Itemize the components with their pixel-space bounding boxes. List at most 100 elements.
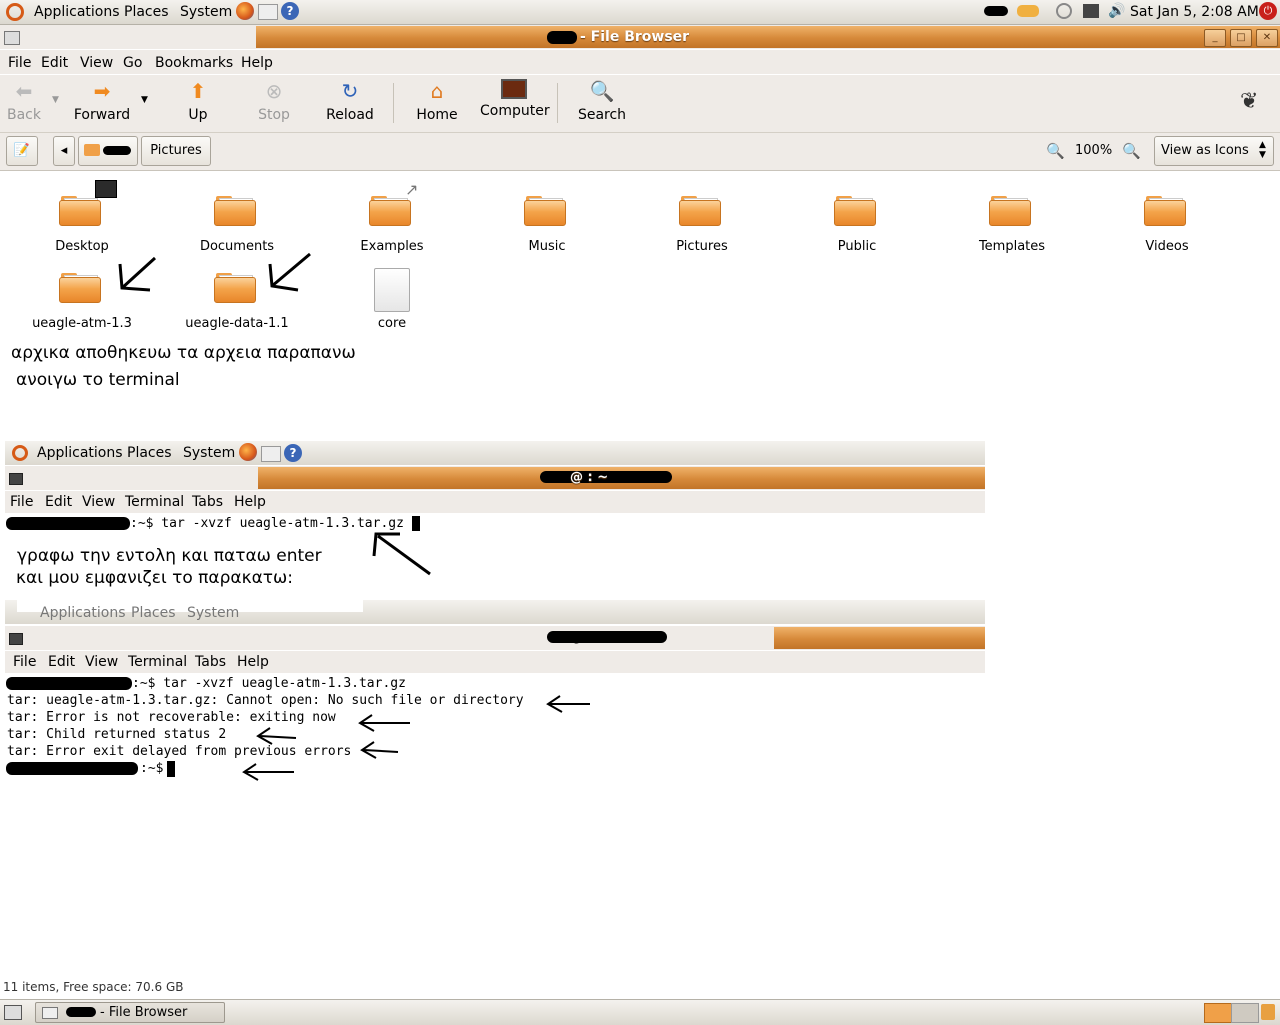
toggle-location-entry-button[interactable]: 📝 [6,136,38,166]
symlink-emblem-icon: ↗ [405,180,419,199]
icon-label-pictures[interactable]: Pictures [627,239,777,254]
t1-menu-terminal: Terminal [125,494,185,510]
zoom-level[interactable]: 100% [1075,143,1112,158]
path-pictures-label: Pictures [150,143,202,158]
close-button[interactable]: ✕ [1256,29,1278,47]
view-mode-select[interactable]: View as Icons ▲ ▼ [1154,136,1274,166]
forward-button[interactable]: ➡ Forward [72,79,132,123]
bottom-panel: - File Browser [0,999,1280,1025]
redacted-home-name [103,146,131,155]
menu-file[interactable]: File [8,55,31,71]
back-history-dropdown[interactable]: ▼ [52,95,59,105]
volume-icon[interactable]: 🔊 [1108,3,1125,19]
terminal2-menubar: File Edit View Terminal Tabs Help [5,651,985,673]
trash-icon[interactable] [1261,1004,1275,1020]
shutdown-icon[interactable]: ⏻ [1259,2,1277,20]
taskbar-file-browser-button[interactable]: - File Browser [35,1002,225,1023]
taskbar-item-label: - File Browser [100,1005,188,1020]
t1-menu-help: Help [234,494,266,510]
templates-folder-icon[interactable] [989,196,1031,226]
terminal2-line-1: :~$ tar -xvzf ueagle-atm-1.3.tar.gz [132,676,406,691]
t1-menu-view: View [82,494,116,510]
file-browser-icon [42,1007,58,1019]
icon-label-public[interactable]: Public [782,239,932,254]
icon-label-templates[interactable]: Templates [937,239,1087,254]
back-arrow-icon: ⬅ [15,79,33,103]
videos-folder-icon[interactable] [1144,196,1186,226]
icon-label-examples[interactable]: Examples [317,239,467,254]
stop-button[interactable]: ⊗ Stop [250,79,298,123]
menu-edit[interactable]: Edit [41,55,68,71]
up-label: Up [188,107,208,123]
zoom-in-icon[interactable]: 🔍 [1122,142,1141,160]
desktop-folder-icon[interactable] [59,196,101,226]
terminal2-titlebar [774,627,985,649]
pictures-folder-icon[interactable] [679,196,721,226]
ubuntu-logo-icon [12,445,28,461]
redacted-prompt [6,517,130,530]
workspace-2[interactable] [1231,1003,1259,1023]
path-home-button[interactable] [78,136,138,166]
icon-label-music[interactable]: Music [472,239,622,254]
clock[interactable]: Sat Jan 5, 2:08 AM [1130,4,1259,20]
annotation-note1-line1: αρχικα αποθηκευω τα αρχεια παραπανω [11,343,356,363]
forward-history-dropdown[interactable]: ▼ [141,95,148,105]
back-button[interactable]: ⬅ Back [2,79,46,123]
menu-go[interactable]: Go [123,55,142,71]
maximize-button[interactable]: □ [1230,29,1252,47]
help-launcher-icon[interactable]: ? [281,2,299,20]
window-menu-icon[interactable] [4,31,20,45]
network-applet-icon[interactable] [1017,5,1039,17]
t2-menu-tabs: Tabs [195,654,226,670]
icon-label-videos[interactable]: Videos [1092,239,1242,254]
applications-menu[interactable]: Applications [34,4,120,20]
path-pictures-button[interactable]: Pictures [141,136,211,166]
toolbar-separator [393,83,394,123]
menu-view[interactable]: View [80,55,113,71]
icon-label-ueagle-data[interactable]: ueagle-data-1.1 [162,316,312,331]
file-browser-titlebar[interactable] [256,26,1280,48]
location-bar: 📝 ◂ Pictures 🔍 100% 🔍 View as Icons ▲ ▼ [0,133,1280,171]
search-button[interactable]: 🔍 Search [576,79,628,123]
show-desktop-icon[interactable] [4,1005,22,1020]
home-button[interactable]: ⌂ Home [412,79,462,123]
public-folder-icon[interactable] [834,196,876,226]
forward-label: Forward [73,107,131,123]
minimize-button[interactable]: _ [1204,29,1226,47]
documents-folder-icon[interactable] [214,196,256,226]
music-folder-icon[interactable] [524,196,566,226]
computer-button[interactable]: Computer [480,79,550,119]
ubuntu-logo-icon[interactable] [6,3,24,21]
search-applet-icon[interactable] [1056,3,1072,19]
reload-label: Reload [326,107,374,123]
annotation-note2-line1: γραφω την εντολη και παταω enter [17,546,322,566]
zoom-out-icon[interactable]: 🔍 [1046,142,1065,160]
reload-button[interactable]: ↻ Reload [324,79,376,123]
redacted-username [984,6,1008,16]
firefox-icon [239,443,257,461]
ueagle-atm-folder-icon[interactable] [59,273,101,303]
examples-folder-icon[interactable] [369,196,411,226]
workspace-switcher[interactable] [1204,1003,1232,1023]
places-menu[interactable]: Places [124,4,169,20]
redacted-prompt [6,762,138,775]
core-file-icon[interactable] [374,268,410,312]
menu-bookmarks[interactable]: Bookmarks [155,55,233,71]
terminal1-title: @ : ~ [570,470,609,485]
stop-icon: ⊗ [265,79,283,103]
firefox-launcher-icon[interactable] [236,2,254,20]
chevron-left-icon: ◂ [60,143,68,158]
t1-menu-file: File [10,494,34,510]
icon-label-core[interactable]: core [317,316,467,331]
path-scroll-left-button[interactable]: ◂ [53,136,75,166]
terminal-window-icon [9,633,23,645]
t2-menu-file: File [13,654,37,670]
menu-help[interactable]: Help [241,55,273,71]
network-monitor-icon[interactable] [1083,4,1099,18]
system-menu[interactable]: System [180,4,232,20]
mail-launcher-icon[interactable] [258,4,278,20]
up-button[interactable]: ⬆ Up [176,79,220,123]
home-icon: ⌂ [430,79,444,103]
help-icon: ? [284,444,302,462]
icon-label-ueagle-atm[interactable]: ueagle-atm-1.3 [7,316,157,331]
